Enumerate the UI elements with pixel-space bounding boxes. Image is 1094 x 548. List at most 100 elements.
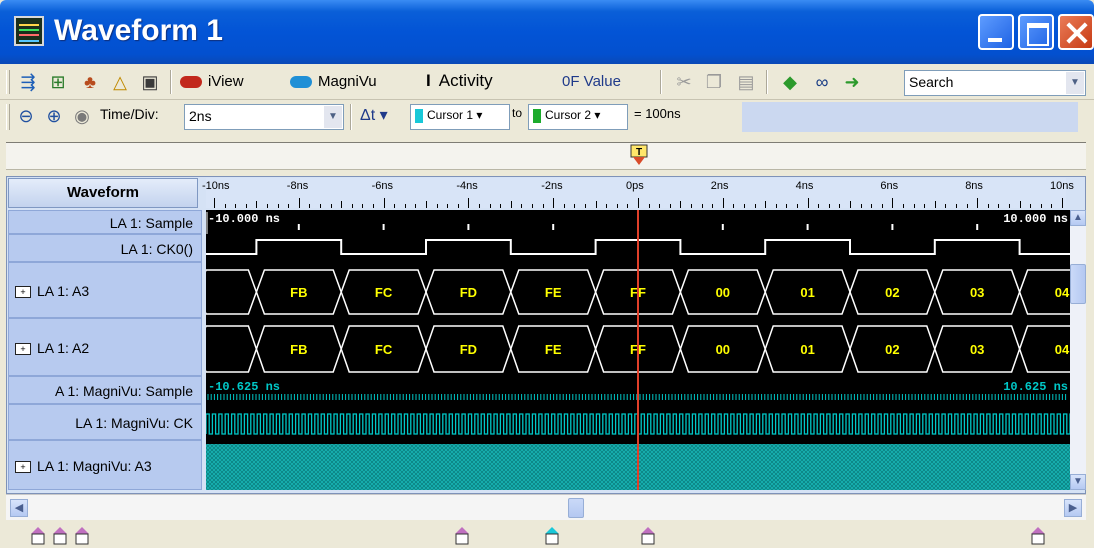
- magnivu-sample-ticks: [207, 394, 1067, 400]
- add-bus-icon[interactable]: ⊞: [46, 70, 70, 94]
- ruler-tick: [733, 204, 735, 208]
- ruler-tick-label: -4ns: [456, 180, 478, 192]
- a3-bus-value: FB: [290, 285, 307, 300]
- ruler-tick: [510, 201, 512, 208]
- search-forward-icon[interactable]: ➜: [840, 70, 864, 94]
- time-ruler[interactable]: -10ns -8ns -6ns -4ns -2ns 0ps 2ns 4ns 6ns 8ns 10ns: [202, 178, 1074, 208]
- a3-bus-value: FC: [375, 285, 393, 300]
- expand-icon[interactable]: +: [15, 343, 31, 356]
- close-button[interactable]: [1058, 14, 1094, 50]
- cut-icon[interactable]: ✂: [672, 70, 696, 94]
- title-bar: Waveform 1: [0, 0, 1094, 64]
- marker-c-icon[interactable]: [74, 526, 90, 546]
- add-waveform-icon[interactable]: ⇶: [16, 70, 40, 94]
- marker-a-icon[interactable]: [30, 526, 46, 546]
- ruler-tick: [1009, 204, 1010, 208]
- delta-time-dropdown[interactable]: Δt ▾: [360, 105, 388, 125]
- properties-icon[interactable]: ▣: [138, 70, 162, 94]
- toolbar-grip[interactable]: [6, 70, 10, 94]
- channel-name-1[interactable]: LA 1: CK0(): [8, 234, 202, 262]
- minimize-button[interactable]: [978, 14, 1014, 50]
- toolbar-separator: [766, 70, 768, 94]
- ruler-tick: [288, 204, 290, 208]
- iview-button[interactable]: iView: [180, 73, 244, 90]
- ruler-tick: [828, 204, 830, 208]
- search-back-icon[interactable]: ◆: [778, 70, 802, 94]
- channel-label: A 1: MagniVu: Sample: [54, 383, 193, 399]
- waveform-canvas[interactable]: -10.000 ns10.000 nsFBFCFDFEFF0001020304F…: [206, 210, 1070, 490]
- ruler-tick: [1062, 198, 1063, 208]
- toolbar-grip[interactable]: [6, 104, 10, 130]
- ruler-tick: [871, 204, 873, 208]
- binoculars-icon[interactable]: ∞: [810, 70, 834, 94]
- channel-name-3[interactable]: + LA 1: A2: [8, 318, 202, 376]
- trigger-marker-icon[interactable]: T: [630, 144, 648, 166]
- scroll-down-icon[interactable]: ▼: [1070, 474, 1086, 490]
- ruler-tick: [1040, 204, 1042, 208]
- delta-marker-icon[interactable]: △: [108, 70, 132, 94]
- ruler-tick: [754, 204, 756, 208]
- activity-label: Activity: [438, 71, 493, 90]
- ruler-tick: [404, 204, 406, 208]
- iview-icon: [180, 76, 202, 89]
- ruler-tick: [595, 201, 597, 208]
- horizontal-scroll-thumb[interactable]: [568, 498, 584, 518]
- a2-bus-value: 01: [800, 342, 814, 357]
- paste-icon[interactable]: ▤: [734, 70, 758, 94]
- marker-b-icon[interactable]: [52, 526, 68, 546]
- ruler-tick: [521, 204, 523, 208]
- a2-bus-value: 03: [970, 342, 984, 357]
- zoom-in-icon[interactable]: ⊕: [42, 104, 66, 128]
- ruler-tick: [669, 204, 671, 208]
- activity-button[interactable]: I Activity: [426, 71, 493, 91]
- ruler-tick: [542, 204, 544, 208]
- ruler-tick: [627, 204, 629, 208]
- scroll-left-icon[interactable]: ◀: [10, 499, 28, 517]
- channel-name-5[interactable]: LA 1: MagniVu: CK: [8, 404, 202, 440]
- a3-bus-segment: [206, 269, 258, 315]
- channel-name-0[interactable]: LA 1: Sample: [8, 210, 202, 234]
- waveform-display[interactable]: -10.000 ns10.000 nsFBFCFDFEFF0001020304F…: [206, 210, 1070, 490]
- copy-icon[interactable]: ❐: [702, 70, 726, 94]
- timediv-select[interactable]: 2ns ▼: [184, 104, 344, 130]
- cursor2-label: Cursor 2: [545, 108, 592, 122]
- channel-label: LA 1: MagniVu: CK: [75, 415, 193, 431]
- group-icon[interactable]: ♣: [78, 70, 102, 94]
- scroll-up-icon[interactable]: ▲: [1070, 210, 1086, 226]
- waveform-column-header[interactable]: Waveform: [8, 178, 198, 208]
- chevron-down-icon[interactable]: ▼: [1066, 72, 1084, 94]
- ruler-tick: [680, 201, 682, 208]
- channel-name-2[interactable]: + LA 1: A3: [8, 262, 202, 318]
- ruler-tick: [267, 204, 268, 208]
- maximize-button[interactable]: [1018, 14, 1054, 50]
- horizontal-scrollbar[interactable]: ◀ ▶: [6, 494, 1086, 520]
- ruler-tick: [712, 204, 714, 208]
- cursor1-select[interactable]: Cursor 1 ▾: [410, 104, 510, 130]
- zoom-fit-icon[interactable]: ◉: [70, 104, 94, 128]
- trigger-position-marker-icon[interactable]: [640, 526, 656, 546]
- marker-end-icon[interactable]: [1030, 526, 1046, 546]
- ruler-tick: [966, 204, 968, 208]
- search-select[interactable]: Search ▼: [904, 70, 1086, 96]
- ruler-tick: [659, 204, 661, 208]
- magnivu-button[interactable]: MagniVu: [290, 73, 377, 90]
- ruler-tick: [913, 204, 915, 208]
- cursor2-select[interactable]: Cursor 2 ▾: [528, 104, 628, 130]
- chevron-down-icon[interactable]: ▼: [324, 106, 342, 128]
- ruler-tick: [945, 204, 947, 208]
- expand-icon[interactable]: +: [15, 461, 31, 474]
- scroll-right-icon[interactable]: ▶: [1064, 499, 1082, 517]
- vertical-scrollbar[interactable]: ▲ ▼: [1070, 210, 1086, 490]
- ruler-tick-label: 8ns: [965, 180, 983, 192]
- vertical-scroll-thumb[interactable]: [1070, 264, 1086, 304]
- value-button[interactable]: 0F Value: [562, 73, 621, 90]
- ruler-tick-label: -2ns: [541, 180, 563, 192]
- delta-time-value: = 100ns: [634, 106, 681, 121]
- marker-d-icon[interactable]: [454, 526, 470, 546]
- expand-icon[interactable]: +: [15, 286, 31, 299]
- zoom-out-icon[interactable]: ⊖: [14, 104, 38, 128]
- channel-name-4[interactable]: A 1: MagniVu: Sample: [8, 376, 202, 404]
- channel-name-6[interactable]: + LA 1: MagniVu: A3: [8, 440, 202, 490]
- cursor1-marker-icon[interactable]: [544, 526, 560, 546]
- ruler-tick: [245, 204, 247, 208]
